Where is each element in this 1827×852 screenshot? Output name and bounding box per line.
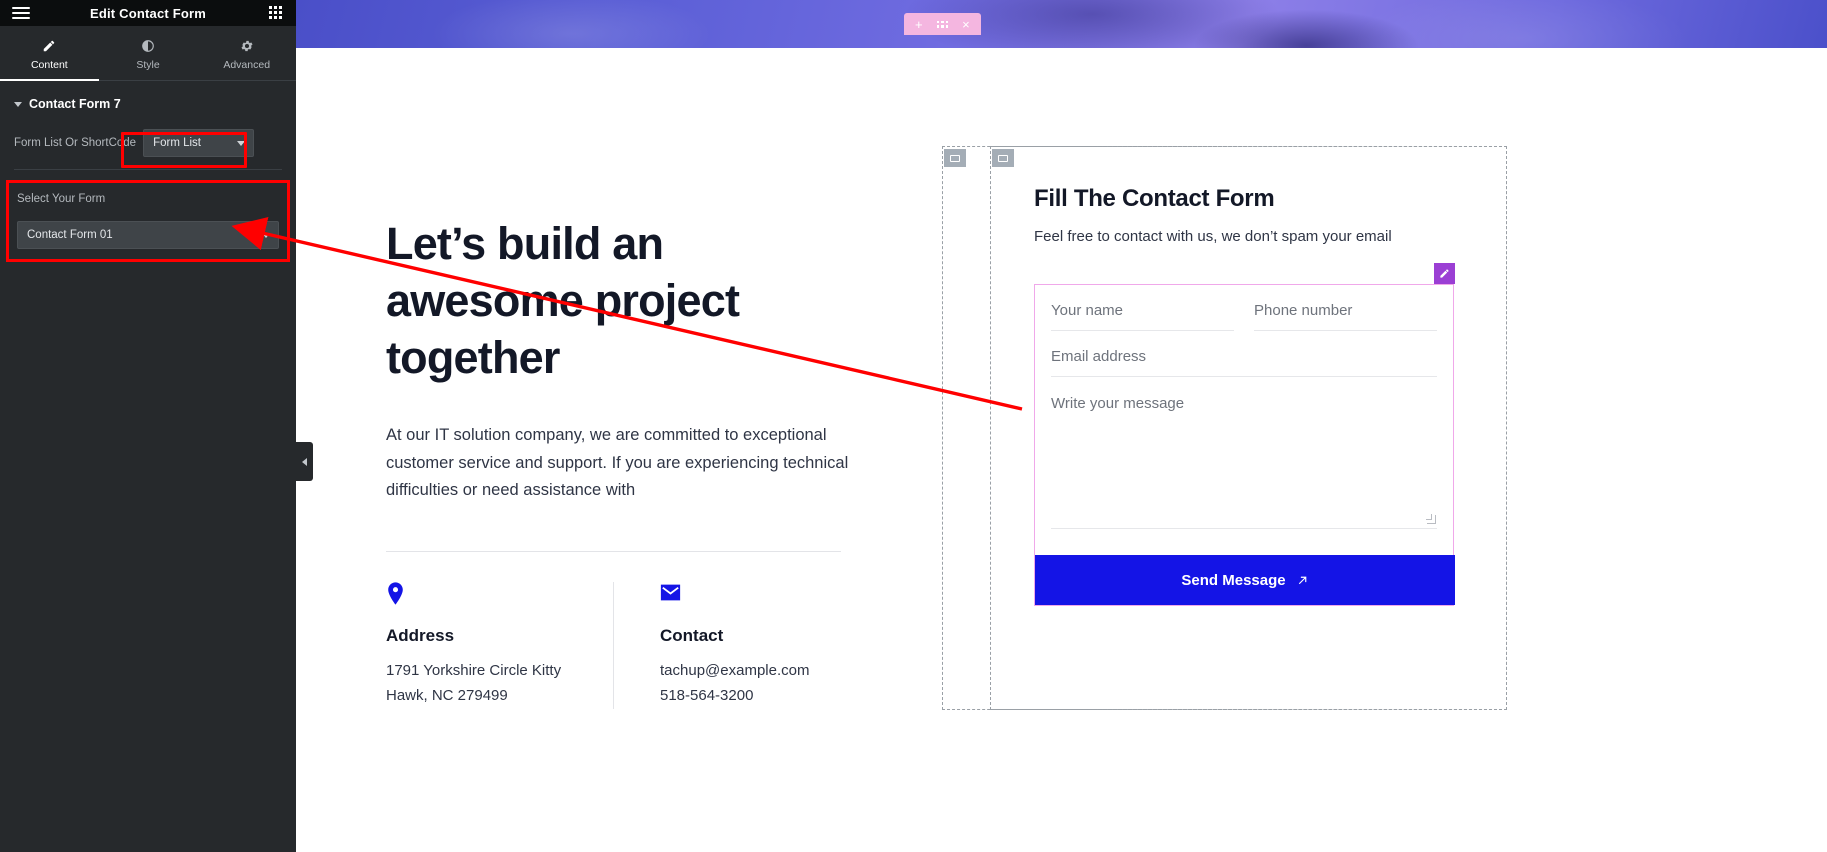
chevron-down-icon xyxy=(14,101,22,107)
info-line: 1791 Yorkshire Circle Kitty xyxy=(386,661,562,679)
tab-advanced-label: Advanced xyxy=(223,59,271,71)
panel-collapse-toggle[interactable] xyxy=(296,442,313,481)
info-line: 518-564-3200 xyxy=(660,687,754,705)
form-list-or-shortcode-value: Form List xyxy=(153,137,201,149)
pencil-edit-icon[interactable] xyxy=(1433,263,1455,284)
control-label: Form List Or ShortCode xyxy=(14,137,137,149)
editor-panel: Edit Contact Form Content Style Advanced… xyxy=(0,0,296,852)
info-columns: Address 1791 Yorkshire Circle Kitty Hawk… xyxy=(386,581,841,709)
resize-handle-icon[interactable] xyxy=(1426,514,1436,524)
info-title: Address xyxy=(386,625,455,645)
info-title: Contact xyxy=(660,625,724,645)
add-section-icon[interactable]: + xyxy=(915,18,923,31)
control-label: Select Your Form xyxy=(17,193,106,205)
form-subtitle: Feel free to contact with us, we don’t s… xyxy=(1034,228,1392,245)
form-title: Fill The Contact Form xyxy=(1034,185,1275,212)
hero-banner-image xyxy=(296,0,1827,48)
editor-canvas: + × Let’s build an awesome project toget… xyxy=(296,0,1827,852)
screen: + × Let’s build an awesome project toget… xyxy=(0,0,1827,852)
envelope-icon xyxy=(660,582,825,608)
arrow-up-right-icon xyxy=(1298,576,1306,584)
close-section-icon[interactable]: × xyxy=(962,18,970,31)
phone-number-input[interactable]: Phone number xyxy=(1254,285,1437,331)
page-lede-paragraph: At our IT solution company, we are commi… xyxy=(386,426,849,500)
info-block-contact: Contact tachup@example.com 518-564-3200 xyxy=(613,581,841,709)
form-list-or-shortcode-select[interactable]: Form List xyxy=(143,129,255,157)
drag-section-icon[interactable] xyxy=(936,20,949,28)
hamburger-icon[interactable] xyxy=(12,7,30,19)
select-your-form-value: Contact Form 01 xyxy=(27,229,113,241)
column-handle-inner[interactable] xyxy=(992,149,1014,167)
panel-tabs: Content Style Advanced xyxy=(0,26,296,81)
section-toolbar[interactable]: + × xyxy=(904,13,981,35)
select-your-form-select[interactable]: Contact Form 01 xyxy=(17,221,279,249)
send-message-label: Send Message xyxy=(1181,571,1286,589)
control-form-list-or-shortcode: Form List Or ShortCode Form List xyxy=(0,125,296,167)
message-placeholder: Write your message xyxy=(1051,395,1185,412)
tab-style-label: Style xyxy=(136,59,160,71)
map-pin-icon xyxy=(386,581,597,608)
tab-content-label: Content xyxy=(30,59,68,71)
panel-title: Edit Contact Form xyxy=(89,5,207,21)
chevron-left-icon xyxy=(302,457,307,466)
control-select-your-form: Select Your Form Contact Form 01 xyxy=(6,180,290,262)
section-header-label: Contact Form 7 xyxy=(29,97,121,111)
gear-icon xyxy=(241,40,253,52)
pencil-icon xyxy=(44,40,55,52)
send-message-button[interactable]: Send Message xyxy=(1035,555,1455,605)
panel-divider xyxy=(14,169,282,170)
divider xyxy=(386,550,841,552)
your-name-input[interactable]: Your name xyxy=(1051,285,1234,331)
contact-form-box: Your name Phone number Email address Wri… xyxy=(1034,263,1455,606)
info-line: Hawk, NC 279499 xyxy=(386,687,508,705)
info-line: tachup@example.com xyxy=(660,661,810,679)
hero-content-column: Let’s build an awesome project together … xyxy=(386,215,856,709)
email-address-input[interactable]: Email address xyxy=(1051,331,1437,377)
message-textarea[interactable]: Write your message xyxy=(1051,377,1437,529)
info-block-address: Address 1791 Yorkshire Circle Kitty Hawk… xyxy=(386,581,613,709)
chevron-down-icon xyxy=(262,233,270,238)
column-handle-outer[interactable] xyxy=(944,149,966,167)
page-headline: Let’s build an awesome project together xyxy=(386,218,740,384)
contact-form-widget: Fill The Contact Form Feel free to conta… xyxy=(1034,185,1466,606)
section-header-contact-form-7[interactable]: Contact Form 7 xyxy=(0,81,296,125)
tab-content[interactable]: Content xyxy=(0,26,99,81)
form-row-1: Your name Phone number xyxy=(1035,285,1453,331)
contrast-circle-icon xyxy=(142,40,154,52)
tab-advanced[interactable]: Advanced xyxy=(197,26,296,80)
form-button-zone: Send Message xyxy=(1035,529,1455,605)
chevron-down-icon xyxy=(237,141,246,146)
tab-style[interactable]: Style xyxy=(99,26,198,80)
panel-header: Edit Contact Form xyxy=(0,0,296,26)
grid-apps-icon[interactable] xyxy=(269,5,284,21)
